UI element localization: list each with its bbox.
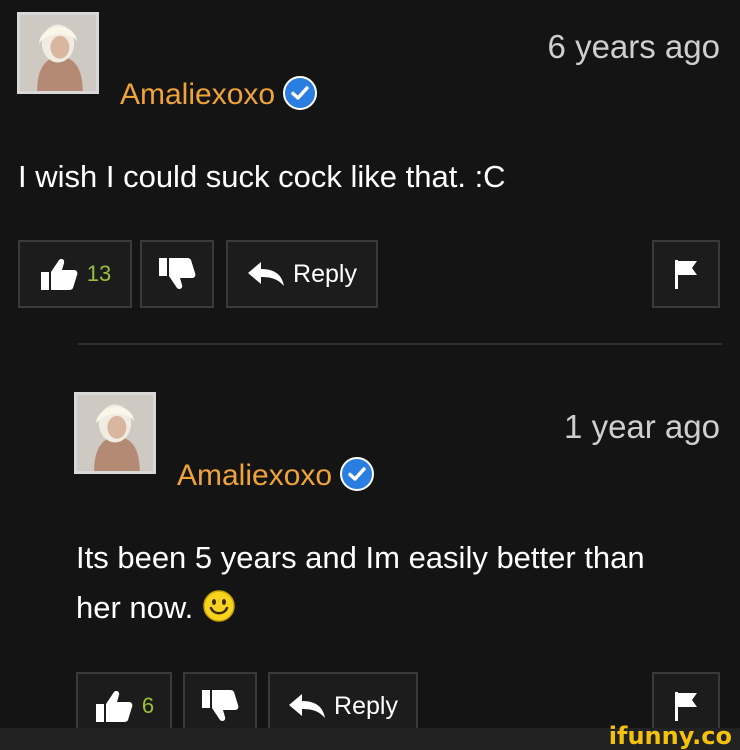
- comment-text-body: Its been 5 years and Im easily better th…: [76, 540, 645, 625]
- thumbs-down-icon: [202, 690, 239, 721]
- reply-arrow-icon: [248, 262, 285, 286]
- timestamp: 1 year ago: [564, 408, 720, 445]
- username[interactable]: Amaliexoxo: [120, 76, 318, 112]
- watermark: ifunny.co: [608, 722, 732, 750]
- comment-text: Its been 5 years and Im easily better th…: [76, 533, 696, 633]
- reply-arrow-icon: [289, 694, 326, 718]
- username[interactable]: Amaliexoxo: [177, 457, 375, 493]
- smiley-icon: [203, 590, 235, 622]
- timestamp: 6 years ago: [547, 28, 720, 65]
- flag-icon: [675, 692, 697, 721]
- verified-check-icon: [283, 76, 318, 110]
- reply-label: Reply: [334, 691, 398, 720]
- divider: [78, 343, 722, 345]
- username-text[interactable]: Amaliexoxo: [177, 459, 332, 492]
- like-count: 6: [141, 693, 155, 718]
- dislike-button[interactable]: [140, 240, 214, 308]
- flag-icon: [675, 260, 697, 289]
- like-count: 13: [86, 261, 112, 286]
- thumbs-up-icon: [40, 259, 78, 290]
- like-button[interactable]: 13: [18, 240, 132, 308]
- verified-check-icon: [340, 457, 375, 491]
- flag-button[interactable]: [652, 240, 720, 308]
- avatar[interactable]: [17, 12, 99, 94]
- thumbs-down-icon: [159, 258, 196, 289]
- avatar[interactable]: [74, 392, 156, 474]
- thumbs-up-icon: [95, 691, 133, 722]
- username-text[interactable]: Amaliexoxo: [120, 78, 275, 111]
- reply-label: Reply: [293, 259, 357, 288]
- comment-text: I wish I could suck cock like that. :C: [18, 159, 506, 194]
- reply-button[interactable]: Reply: [226, 240, 378, 308]
